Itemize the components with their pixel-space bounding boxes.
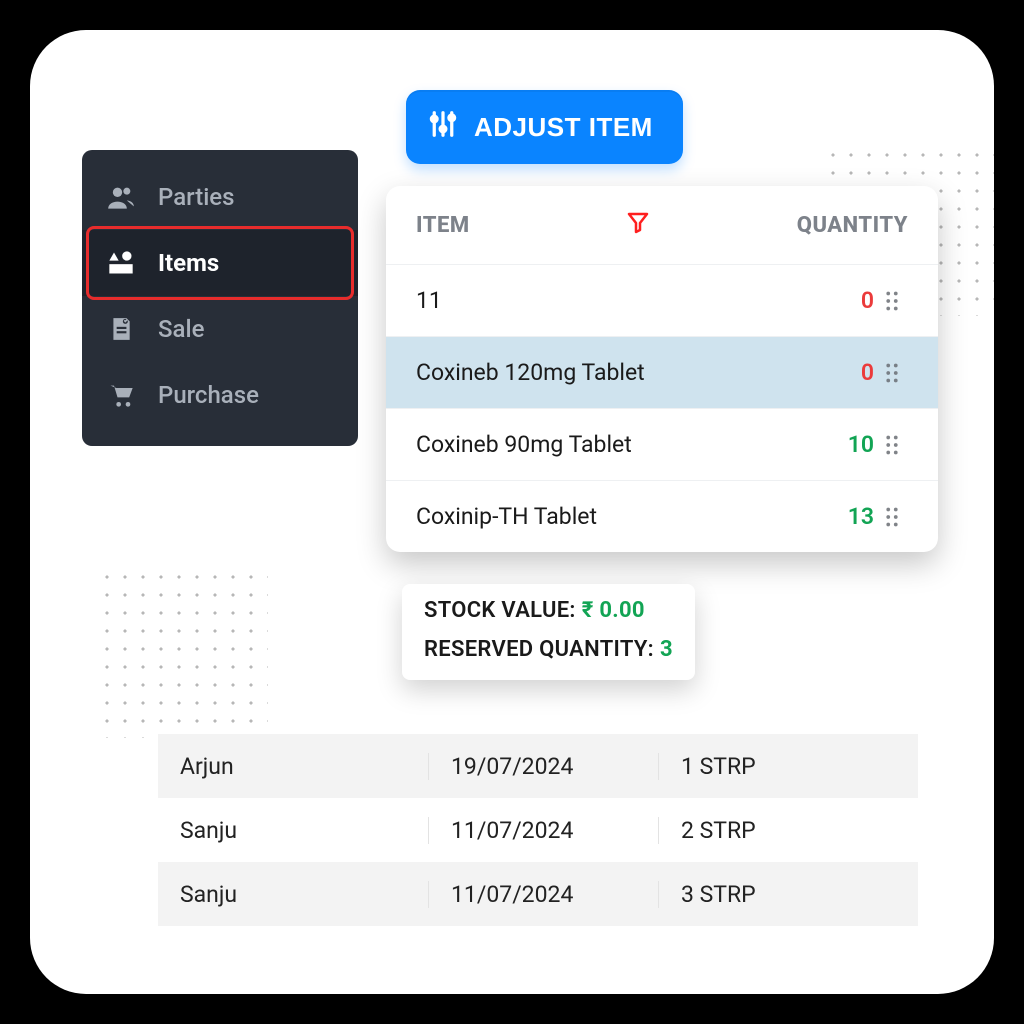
sidebar: Parties Items Sale Purchase [82,150,358,446]
tx-date: 19/07/2024 [428,753,658,780]
reserved-qty-value: 3 [660,637,673,662]
sidebar-item-label: Parties [158,183,235,211]
filter-icon[interactable] [626,210,650,240]
adjust-item-button[interactable]: ADJUST ITEM [406,90,683,164]
sidebar-item-sale[interactable]: Sale [82,296,358,362]
drag-handle-icon[interactable] [874,363,910,383]
header-item[interactable]: ITEM [416,213,626,238]
item-qty: 0 [810,359,874,386]
item-name: Coxineb 90mg Tablet [416,431,810,458]
sidebar-item-purchase[interactable]: Purchase [82,362,358,428]
item-list-card: ITEM QUANTITY 11 0 Coxineb 120mg Tablet … [386,186,938,552]
item-row[interactable]: Coxineb 90mg Tablet 10 [386,408,938,480]
adjust-item-label: ADJUST ITEM [474,112,653,143]
transactions-table: Arjun 19/07/2024 1 STRP Sanju 11/07/2024… [158,734,918,926]
item-qty: 13 [810,503,874,530]
shapes-icon [106,248,136,278]
item-qty: 0 [810,287,874,314]
item-qty: 10 [810,431,874,458]
stock-summary: STOCK VALUE: ₹ 0.00 RESERVED QUANTITY: 3 [402,584,695,680]
sidebar-item-items[interactable]: Items [82,230,358,296]
table-row[interactable]: Sanju 11/07/2024 2 STRP [158,798,918,862]
drag-handle-icon[interactable] [874,291,910,311]
item-row[interactable]: Coxinip-TH Tablet 13 [386,480,938,552]
item-row[interactable]: Coxineb 120mg Tablet 0 [386,336,938,408]
item-name: Coxinip-TH Tablet [416,503,810,530]
sidebar-item-label: Sale [158,315,204,343]
item-list-header: ITEM QUANTITY [386,186,938,264]
tx-date: 11/07/2024 [428,817,658,844]
drag-handle-icon[interactable] [874,507,910,527]
invoice-icon [106,314,136,344]
tx-name: Sanju [158,881,428,908]
sidebar-item-label: Items [158,249,219,277]
decor-dots-bottom-left [98,568,268,738]
users-icon [106,182,136,212]
sidebar-item-label: Purchase [158,381,259,409]
stock-value-label: STOCK VALUE: [424,598,576,623]
tx-qty: 2 STRP [658,817,918,844]
sliders-icon [428,109,458,146]
cart-icon [106,380,136,410]
app-frame: Parties Items Sale Purchase [30,30,994,994]
reserved-qty-label: RESERVED QUANTITY: [424,637,654,662]
item-row[interactable]: 11 0 [386,264,938,336]
stock-value: ₹ 0.00 [582,598,645,623]
item-name: Coxineb 120mg Tablet [416,359,810,386]
header-quantity[interactable]: QUANTITY [758,213,908,238]
tx-qty: 1 STRP [658,753,918,780]
drag-handle-icon[interactable] [874,435,910,455]
tx-name: Sanju [158,817,428,844]
tx-qty: 3 STRP [658,881,918,908]
tx-date: 11/07/2024 [428,881,658,908]
table-row[interactable]: Arjun 19/07/2024 1 STRP [158,734,918,798]
tx-name: Arjun [158,753,428,780]
item-name: 11 [416,287,810,314]
table-row[interactable]: Sanju 11/07/2024 3 STRP [158,862,918,926]
sidebar-item-parties[interactable]: Parties [82,164,358,230]
